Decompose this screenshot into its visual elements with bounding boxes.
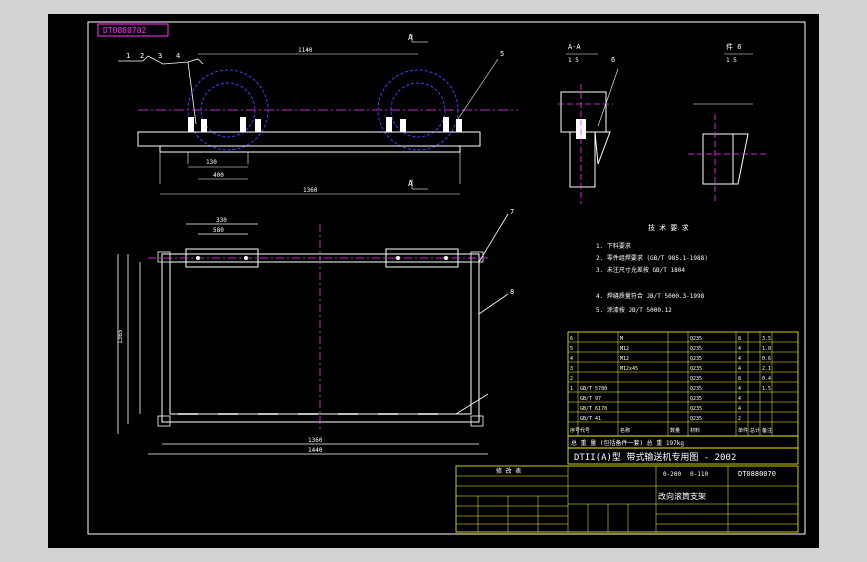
dim-bottom-lower: 1440 [308,447,323,454]
bom-header-cell: 序号 [570,427,580,434]
scale-left: 0-200 [663,471,681,478]
bom-cell: M12 [620,346,629,352]
bom-cell: Q235 [690,346,702,352]
note-1: 1. 下料要求 [596,242,631,250]
bom-cell: 6 [570,336,573,342]
scale-right: 0-110 [690,471,708,478]
title-row: 总 重 量 (包括备件一套) 总 重 197kg [571,439,684,447]
bom-cell: 5 [570,346,573,352]
dim-bearing-width: 400 [213,172,224,179]
dim-top-width: 1140 [298,47,313,54]
bom-cell: Q235 [690,356,702,362]
section-label: A-A [568,43,581,51]
bom-cell: 4 [738,396,741,402]
detail-scale: 1 5 [726,57,737,64]
bom-cell: 1 [570,386,573,392]
cad-drawing: DT0880702 1 2 3 4 1140 130 400 1360 A A … [87,21,806,535]
cut-letter-top: A [408,33,413,42]
bom-cell: 3 [570,366,573,372]
bom-header-cell: 代号 [580,427,590,434]
detail-label: 件 6 [726,42,741,51]
callout-3: 3 [158,52,162,60]
callout-5: 5 [500,50,504,58]
bom-cell: 8 [738,336,741,342]
bom-cell: 1.5 [762,386,771,392]
drawing-canvas: DT0880702 1 2 3 4 1140 130 400 1360 A A … [48,14,819,548]
bom-table: 6 M Q235 8 3.5 5 M12 Q235 4 1.0 4 M12 Q235 4 0.6 3 M12x4… [567,331,799,465]
bom-cell: M12x45 [620,366,638,372]
bom-cell: 2 [738,416,741,422]
section-view: A-A 1 5 6 [558,43,619,204]
bom-cell: 2 [570,376,573,382]
callout-1: 1 [126,52,130,60]
bom-cell: Q235 [690,386,702,392]
bom-cell: 8 [738,376,741,382]
bom-cell: 0.4 [762,376,771,382]
bom-cell: GB/T 41 [580,416,601,422]
drawing-code: DT0880702 [103,26,147,35]
title-block: 修 改 表 0-200 0-110 DT0880070 改向滚筒支架 [455,465,799,533]
bom-cell: 4 [738,366,741,372]
bom-cell: 4 [570,356,573,362]
title-code: DT0880070 [738,470,776,478]
bom-header-cell: 材料 [690,427,700,434]
dim-bearing-span: 130 [206,159,217,166]
callout-8: 8 [510,288,514,296]
notes-title: 技 术 要 求 [648,223,689,232]
dim-plan-height: 1365 [117,329,124,344]
part-leaders [118,55,204,125]
dim-overall-width: 1360 [303,187,318,194]
bom-cell: Q235 [690,376,702,382]
bom-cell: Q235 [690,336,702,342]
bom-cell: 4 [738,346,741,352]
bom-cell: 3.5 [762,336,771,342]
bom-cell: 0.6 [762,356,771,362]
section-scale: 1 5 [568,57,579,64]
dim-plan-inner: 580 [213,227,224,234]
bom-header-cell: 名称 [620,427,630,434]
bom-header-cell: 备注 [762,427,772,434]
bom-cell: Q235 [690,406,702,412]
cut-letter-bottom: A [408,179,413,188]
bom-cell: GB/T 5780 [580,386,607,392]
bom-cell: GB/T 97 [580,396,601,402]
bom-cell: M12 [620,356,629,362]
bom-cell: Q235 [690,396,702,402]
note-2: 2. 零件组焊要求 (GB/T 985.1-1988) [596,254,708,262]
callout-7: 7 [510,208,514,216]
bom-header-cell: 数量 [670,427,680,434]
note-5: 5. 涂漆按 JB/T 5000.12 [596,306,672,314]
bom-cell: 4 [738,356,741,362]
callout-2: 2 [140,52,144,60]
bom-cell: GB/T 6170 [580,406,607,412]
title-name: 改向滚筒支架 [658,491,706,501]
bom-cell: 4 [738,386,741,392]
callout-6: 6 [611,56,615,64]
note-4: 4. 焊缝质量符合 JB/T 5000.3-1998 [596,292,705,300]
bom-header-cell: 单件 [738,427,748,434]
dim-plan-top: 330 [216,217,227,224]
detail-view: 件 6 1 5 [688,42,768,204]
note-3: 3. 未注尺寸允差按 GB/T 1804 [596,266,685,274]
revision-title: 修 改 表 [496,467,521,475]
bom-cell: Q235 [690,416,702,422]
bom-cell: 2.1 [762,366,771,372]
technical-notes: 技 术 要 求 1. 下料要求 2. 零件组焊要求 (GB/T 985.1-19… [596,223,708,314]
bom-cell: M [620,336,623,342]
bom-cell: 4 [738,406,741,412]
plan-view: 330 580 1360 1440 1365 7 8 [117,208,514,455]
bom-cell: 1.0 [762,346,771,352]
bom-cell: Q235 [690,366,702,372]
title-main: DTII(A)型 带式输送机专用图 - 2002 [574,451,736,463]
dim-plan-bottom: 1360 [308,437,323,444]
bom-header-cell: 总计 [750,427,760,434]
callout-4: 4 [176,52,180,60]
